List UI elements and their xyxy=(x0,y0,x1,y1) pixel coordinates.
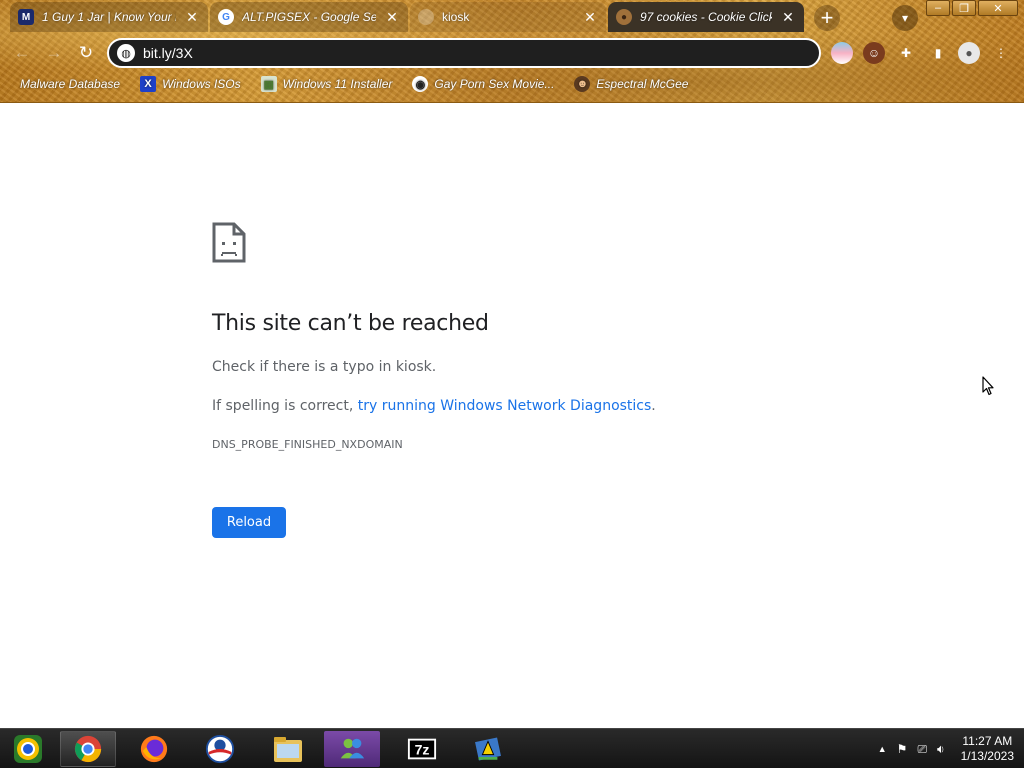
taskbar-chrome-canary[interactable] xyxy=(0,731,56,767)
taskbar-obama-app[interactable] xyxy=(192,731,248,767)
bookmark-espectral-mcgee[interactable]: ☻ Espectral McGee xyxy=(568,74,694,94)
cookie-icon: ● xyxy=(616,9,632,25)
browser-chrome: M 1 Guy 1 Jar | Know Your M ✕ G ALT.PIGS… xyxy=(0,0,1024,103)
clock[interactable]: 11:27 AM 1/13/2023 xyxy=(955,734,1014,764)
installer-icon xyxy=(475,737,501,761)
page-content: This site can’t be reached Check if ther… xyxy=(0,103,1024,728)
tab-search-button[interactable]: ▾ xyxy=(892,5,918,31)
side-panel-icon[interactable]: ▮ xyxy=(927,42,949,64)
kym-icon: M xyxy=(18,9,34,25)
chevron-down-icon: ▾ xyxy=(901,11,909,25)
globe-icon xyxy=(418,9,434,25)
close-window-button[interactable]: ✕ xyxy=(978,0,1018,16)
system-tray: ▲ ⚑ ⎚ 🔉︎ 11:27 AM 1/13/2023 xyxy=(878,729,1014,768)
bookmarks-bar: Malware Database X Windows ISOs ▦ Window… xyxy=(0,72,1024,96)
error-code: DNS_PROBE_FINISHED_NXDOMAIN xyxy=(212,438,403,451)
bookmark-malware-database[interactable]: Malware Database xyxy=(14,75,126,93)
avatar-icon: ☻ xyxy=(574,76,591,92)
bookmark-label: Espectral McGee xyxy=(596,77,689,91)
volume-icon[interactable]: 🔉︎ xyxy=(937,742,945,757)
mouse-cursor-icon xyxy=(982,376,994,396)
taskbar-7zip[interactable]: 7z xyxy=(394,731,450,767)
close-icon[interactable]: ✕ xyxy=(384,9,400,25)
menu-dots-icon[interactable]: ⋮ xyxy=(990,42,1012,64)
image-icon: ▦ xyxy=(260,76,277,92)
action-center-flag-icon[interactable]: ⚑ xyxy=(897,742,908,756)
restore-button[interactable]: ❐ xyxy=(952,0,976,16)
account-icon[interactable]: ● xyxy=(958,42,980,64)
bookmark-windows-isos[interactable]: X Windows ISOs xyxy=(134,74,247,94)
extension-flag-icon[interactable] xyxy=(831,42,853,64)
page-title: This site can’t be reached xyxy=(212,311,489,336)
tab-title: 1 Guy 1 Jar | Know Your M xyxy=(42,10,176,24)
bookmark-label: Malware Database xyxy=(20,77,121,91)
taskbar: 7z ▲ ⚑ ⎚ 🔉︎ 11:27 AM 1/13/2023 xyxy=(0,728,1024,768)
tab-kiosk[interactable]: kiosk ✕ xyxy=(410,2,606,32)
bookmark-movie-site[interactable]: ◉ Gay Porn Sex Movie... xyxy=(406,74,560,94)
close-icon[interactable]: ✕ xyxy=(582,9,598,25)
chrome-canary-icon xyxy=(14,735,42,763)
bookmark-label: Windows 11 Installer xyxy=(282,77,393,91)
error-suggestion-typo: Check if there is a typo in kiosk. xyxy=(212,359,437,375)
sad-page-icon xyxy=(212,222,246,263)
extensions-puzzle-icon[interactable]: ✚ xyxy=(895,42,917,64)
reload-button[interactable]: Reload xyxy=(212,507,286,538)
taskbar-file-explorer[interactable] xyxy=(260,731,316,767)
tab-title: ALT.PIGSEX - Google Sea xyxy=(242,10,376,24)
reload-toolbar-button[interactable]: ↻ xyxy=(73,40,99,66)
messenger-icon xyxy=(340,738,365,759)
suggestion-prefix: If spelling is correct, xyxy=(212,398,358,414)
arrow-right-icon: → xyxy=(45,43,63,62)
tab-title: kiosk xyxy=(442,10,470,24)
x-icon: X xyxy=(140,76,157,92)
google-icon: G xyxy=(218,9,234,25)
new-tab-button[interactable]: + xyxy=(814,5,840,31)
address-input[interactable] xyxy=(143,45,819,61)
arrow-left-icon: ← xyxy=(13,43,31,62)
chrome-icon xyxy=(74,735,102,763)
taskbar-messenger[interactable] xyxy=(324,731,380,767)
suggestion-suffix: . xyxy=(651,398,656,414)
profile-avatar-icon[interactable]: ☺ xyxy=(863,42,885,64)
site-info-icon[interactable]: ◍ xyxy=(117,44,135,62)
tab-strip: M 1 Guy 1 Jar | Know Your M ✕ G ALT.PIGS… xyxy=(0,0,1024,34)
taskbar-chrome[interactable] xyxy=(60,731,116,767)
file-explorer-icon xyxy=(274,737,302,762)
minimize-button[interactable]: – xyxy=(926,0,950,16)
bookmark-label: Windows ISOs xyxy=(162,77,241,91)
address-bar[interactable]: ◍ xyxy=(107,38,821,68)
obama-logo-icon xyxy=(205,734,235,764)
browser-toolbar: ← → ↻ ◍ ☺ ✚ ▮ ● ⋮ xyxy=(0,36,1024,70)
tab-title: 97 cookies - Cookie Clicke xyxy=(640,10,772,24)
forward-button[interactable]: → xyxy=(41,40,67,66)
close-icon[interactable]: ✕ xyxy=(780,9,796,25)
firefox-icon xyxy=(140,735,168,763)
network-icon[interactable]: ⎚ xyxy=(917,742,927,757)
back-button[interactable]: ← xyxy=(9,40,35,66)
clock-date: 1/13/2023 xyxy=(960,749,1014,763)
taskbar-installer[interactable] xyxy=(460,731,516,767)
taskbar-firefox[interactable] xyxy=(126,731,182,767)
svg-text:7z: 7z xyxy=(415,742,430,758)
show-hidden-icons-button[interactable]: ▲ xyxy=(878,744,887,754)
tab-cookie-clicker[interactable]: ● 97 cookies - Cookie Clicke ✕ xyxy=(608,2,804,32)
eye-icon: ◉ xyxy=(412,76,429,92)
tab-know-your-meme[interactable]: M 1 Guy 1 Jar | Know Your M ✕ xyxy=(10,2,208,32)
network-diagnostics-link[interactable]: try running Windows Network Diagnostics xyxy=(358,398,652,414)
bookmark-windows-11-installer[interactable]: ▦ Windows 11 Installer xyxy=(255,74,399,94)
window-controls: – ❐ ✕ xyxy=(926,0,1018,16)
close-icon[interactable]: ✕ xyxy=(184,9,200,25)
7zip-icon: 7z xyxy=(407,738,437,760)
tab-google-search[interactable]: G ALT.PIGSEX - Google Sea ✕ xyxy=(210,2,408,32)
error-suggestion-diagnostics: If spelling is correct, try running Wind… xyxy=(212,398,656,414)
clock-time: 11:27 AM xyxy=(962,734,1013,748)
bookmark-label: Gay Porn Sex Movie... xyxy=(434,77,555,91)
reload-icon: ↻ xyxy=(78,43,94,62)
